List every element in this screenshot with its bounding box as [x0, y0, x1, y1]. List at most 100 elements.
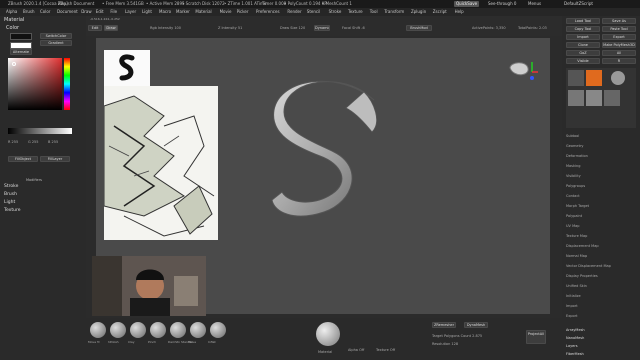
- tool-bottom-item-2[interactable]: Layers: [566, 344, 578, 348]
- dynamic-button[interactable]: Dynamic: [314, 25, 330, 31]
- b-value[interactable]: B 255: [48, 140, 58, 144]
- tool-bottom-item-3[interactable]: FiberMesh: [566, 352, 584, 356]
- tool-bottom-item-0[interactable]: ArrayMesh: [566, 328, 585, 332]
- alpha-off-label[interactable]: Alpha Off: [348, 348, 364, 352]
- project-all-button[interactable]: ProjectAll: [526, 330, 546, 344]
- quicksave-button[interactable]: QuickSave: [454, 1, 480, 7]
- switch-color-button[interactable]: SwitchColor: [40, 33, 72, 39]
- target-polygons-slider[interactable]: Target Polygons Count 2.875: [432, 334, 482, 338]
- zremesher-button[interactable]: ZRemesher: [432, 322, 456, 328]
- tool-button-2[interactable]: Copy Tool: [566, 26, 600, 32]
- menu-item-stencil[interactable]: Stencil: [307, 8, 321, 16]
- menu-item-zscript[interactable]: Zscript: [433, 8, 447, 16]
- tool-section-9[interactable]: Texture Map: [566, 234, 587, 238]
- brushmod-button[interactable]: BrushMod: [406, 25, 432, 31]
- tool-button-8[interactable]: GoZ: [566, 50, 600, 56]
- tool-button-9[interactable]: All: [602, 50, 636, 56]
- tool-button-11[interactable]: R: [602, 58, 636, 64]
- s-ribbon-mesh[interactable]: [254, 72, 394, 232]
- color-picker-cursor[interactable]: [12, 62, 16, 66]
- brush-slot-6[interactable]: [210, 322, 226, 338]
- default-zscript-button[interactable]: DefaultZScript: [562, 1, 595, 7]
- brush-slot-5[interactable]: [190, 322, 206, 338]
- tool-button-3[interactable]: Paste Tool: [602, 26, 636, 32]
- resolution-slider[interactable]: Resolution 128: [432, 342, 458, 346]
- menu-item-tool[interactable]: Tool: [370, 8, 378, 16]
- color-picker-square[interactable]: [8, 58, 62, 110]
- tool-section-4[interactable]: Polygroups: [566, 184, 585, 188]
- tool-section-0[interactable]: Geometry: [566, 144, 583, 148]
- tool-button-7[interactable]: Make PolyMesh3D: [602, 42, 636, 48]
- tool-section-15[interactable]: Initialize: [566, 294, 581, 298]
- menu-item-draw[interactable]: Draw: [81, 8, 91, 16]
- material-header[interactable]: Material: [4, 17, 24, 23]
- brush-slot-1[interactable]: [110, 322, 126, 338]
- navigation-gizmo[interactable]: [502, 58, 542, 86]
- section-stroke[interactable]: Stroke: [4, 184, 82, 190]
- tool-section-5[interactable]: Contact: [566, 194, 580, 198]
- modifiers-label[interactable]: Modifiers: [26, 178, 42, 182]
- focal-shift-slider[interactable]: Focal Shift -6: [342, 26, 365, 30]
- tool-button-10[interactable]: Visible: [566, 58, 600, 64]
- edit-button[interactable]: Edit: [88, 25, 102, 31]
- menu-item-file[interactable]: File: [110, 8, 117, 16]
- menu-item-brush[interactable]: Brush: [23, 8, 35, 16]
- tool-section-13[interactable]: Display Properties: [566, 274, 598, 278]
- fill-layer-button[interactable]: FillLayer: [40, 156, 70, 162]
- tool-section-7[interactable]: Polypaint: [566, 214, 582, 218]
- menu-item-zplugin[interactable]: Zplugin: [411, 8, 426, 16]
- hue-slider[interactable]: [64, 58, 70, 110]
- menu-item-color[interactable]: Color: [40, 8, 50, 16]
- menu-item-picker[interactable]: Picker: [237, 8, 249, 16]
- tool-section-3[interactable]: Visibility: [566, 174, 581, 178]
- section-brush[interactable]: Brush: [4, 192, 82, 198]
- tool-section-14[interactable]: Unified Skin: [566, 284, 587, 288]
- menu-item-edit[interactable]: Edit: [96, 8, 104, 16]
- brush-slot-2[interactable]: [130, 322, 146, 338]
- tool-section-11[interactable]: Normal Map: [566, 254, 587, 258]
- menu-item-macro[interactable]: Macro: [159, 8, 171, 16]
- z-intensity-slider[interactable]: Z Intensity 51: [218, 26, 242, 30]
- tool-button-6[interactable]: Clone: [566, 42, 600, 48]
- menu-item-light[interactable]: Light: [142, 8, 152, 16]
- subtool-thumbnails[interactable]: [566, 68, 636, 128]
- tool-button-0[interactable]: Load Tool: [566, 18, 600, 24]
- tool-section-2[interactable]: Masking: [566, 164, 580, 168]
- tool-section-12[interactable]: Vector Displacement Map: [566, 264, 611, 268]
- brush-slot-4[interactable]: [170, 322, 186, 338]
- menu-item-render[interactable]: Render: [287, 8, 301, 16]
- tool-section-10[interactable]: Displacement Map: [566, 244, 599, 248]
- tool-section-8[interactable]: UV Map: [566, 224, 579, 228]
- draw-button[interactable]: Draw: [104, 25, 118, 31]
- tool-button-4[interactable]: Import: [566, 34, 600, 40]
- seethrough-slider[interactable]: See-through 0: [486, 1, 518, 7]
- dynamesh-button[interactable]: DynaMesh: [464, 322, 488, 328]
- tool-section-17[interactable]: Export: [566, 314, 577, 318]
- brush-slot-0[interactable]: [90, 322, 106, 338]
- menu-item-texture[interactable]: Texture: [348, 8, 363, 16]
- menu-item-marker[interactable]: Marker: [176, 8, 190, 16]
- secondary-color-swatch[interactable]: [10, 42, 32, 49]
- menu-item-stroke[interactable]: Stroke: [329, 8, 342, 16]
- texture-off-label[interactable]: Texture Off: [376, 348, 395, 352]
- rgb-intensity-slider[interactable]: Rgb Intensity 100: [150, 26, 181, 30]
- value-gradient-bar[interactable]: [8, 128, 72, 134]
- menus-button[interactable]: Menus: [526, 1, 543, 7]
- color-header[interactable]: Color: [6, 25, 19, 31]
- tool-section-6[interactable]: Morph Target: [566, 204, 589, 208]
- fill-object-button[interactable]: FillObject: [8, 156, 38, 162]
- menu-item-transform[interactable]: Transform: [384, 8, 404, 16]
- subtool-label[interactable]: Subtool: [566, 134, 579, 138]
- brush-slot-3[interactable]: [150, 322, 166, 338]
- menu-item-help[interactable]: Help: [455, 8, 464, 16]
- tool-button-1[interactable]: Save As: [602, 18, 636, 24]
- r-value[interactable]: R 255: [8, 140, 18, 144]
- alternate-button[interactable]: Alternate: [10, 49, 32, 55]
- menu-item-layer[interactable]: Layer: [125, 8, 136, 16]
- menu-item-document[interactable]: Document: [57, 8, 78, 16]
- tool-bottom-item-1[interactable]: NanoMesh: [566, 336, 584, 340]
- menu-item-preferences[interactable]: Preferences: [256, 8, 280, 16]
- gradient-button[interactable]: Gradient: [40, 40, 72, 46]
- material-sphere[interactable]: [316, 322, 340, 346]
- tool-button-5[interactable]: Export: [602, 34, 636, 40]
